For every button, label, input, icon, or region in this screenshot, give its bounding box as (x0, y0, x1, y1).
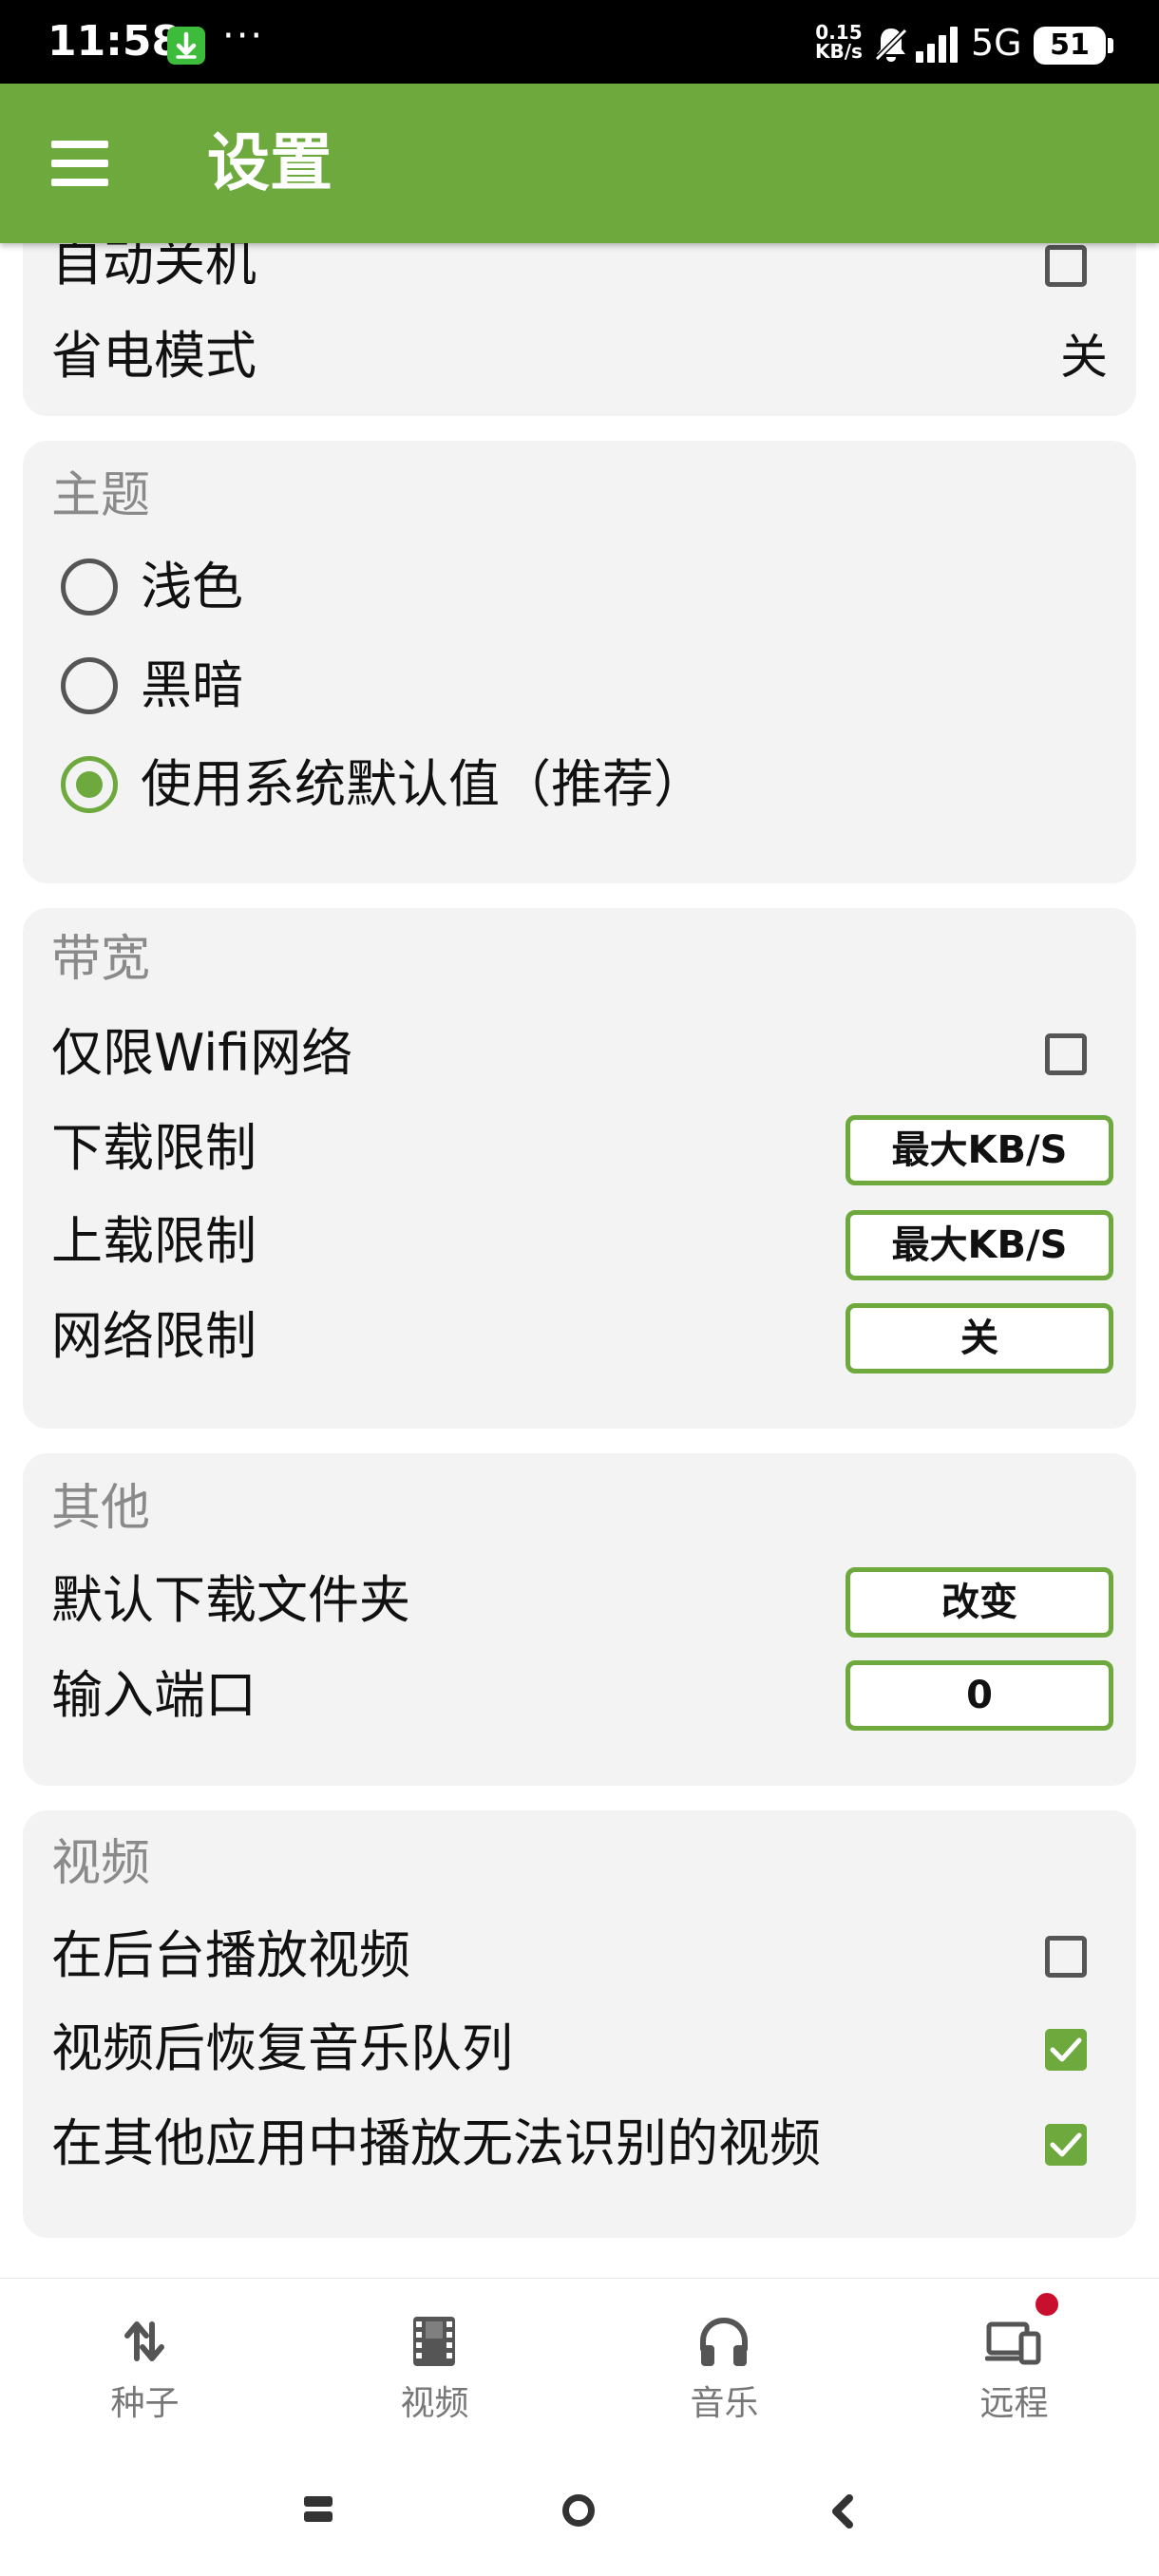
network-limit-label: 网络限制 (51, 1306, 256, 1366)
theme-section-title: 主题 (51, 467, 151, 524)
theme-radio-dark[interactable] (61, 657, 118, 714)
download-limit-label: 下载限制 (51, 1118, 256, 1178)
network-speed: 0.15 KB/s (815, 23, 863, 61)
app-bar: 设置 (0, 84, 1159, 243)
nav-music[interactable]: 音乐 (580, 2279, 869, 2450)
video-section-card: 视频 在后台播放视频 视频后恢复音乐队列 在其他应用中播放无法识别的视频 (23, 1810, 1136, 2238)
theme-option-dark-label: 黑暗 (141, 655, 243, 715)
network-speed-unit: KB/s (815, 40, 863, 63)
theme-radio-light[interactable] (61, 559, 118, 616)
nav-torrents-label: 种子 (110, 2384, 180, 2423)
power-saving-label: 省电模式 (51, 326, 256, 386)
torrent-arrows-icon (124, 2321, 164, 2361)
network-speed-value: 0.15 (815, 21, 863, 44)
download-limit-button[interactable]: 最大KB/S (846, 1115, 1113, 1185)
download-folder-label: 默认下载文件夹 (51, 1570, 410, 1630)
wifi-only-label: 仅限Wifi网络 (51, 1023, 353, 1083)
page-title: 设置 (207, 126, 332, 199)
headphones-icon (700, 2317, 748, 2366)
film-strip-icon (413, 2317, 455, 2366)
network-type: 5G (971, 22, 1022, 64)
status-bar: 11:58 ··· 0.15 KB/s 5G 51 (0, 0, 1159, 84)
nav-remote-label: 远程 (979, 2384, 1049, 2423)
resume-music-checkbox[interactable] (1045, 2029, 1087, 2071)
other-section-card: 其他 默认下载文件夹 改变 输入端口 0 (23, 1453, 1136, 1786)
signal-bars-icon (914, 23, 965, 65)
wifi-only-checkbox[interactable] (1045, 1033, 1087, 1075)
checkmark-icon (1050, 2132, 1082, 2157)
status-time: 11:58 (48, 17, 181, 66)
other-section-title: 其他 (51, 1480, 151, 1537)
battery-level: 51 (1050, 28, 1090, 62)
bottom-navigation: 种子 视频 音乐 远程 (0, 2278, 1159, 2450)
battery-icon: 51 (1034, 27, 1106, 65)
input-port-label: 输入端口 (51, 1665, 256, 1725)
play-unrecognized-label: 在其他应用中播放无法识别的视频 (51, 2113, 821, 2173)
remote-notification-badge (1036, 2293, 1058, 2316)
theme-option-light-label: 浅色 (141, 557, 243, 616)
bandwidth-section-title: 带宽 (51, 931, 151, 988)
nav-remote[interactable]: 远程 (869, 2279, 1159, 2450)
theme-option-system-label: 使用系统默认值（推荐） (141, 754, 705, 814)
settings-content[interactable]: 自动关机 省电模式 关 主题 浅色 黑暗 使用系统默认值（推荐） 带宽 仅限Wi… (0, 243, 1159, 2278)
network-limit-button[interactable]: 关 (846, 1303, 1113, 1373)
nav-music-label: 音乐 (690, 2384, 759, 2423)
more-notifications-icon: ··· (222, 14, 265, 58)
download-folder-button[interactable]: 改变 (846, 1567, 1113, 1638)
input-port-button[interactable]: 0 (846, 1660, 1113, 1731)
auto-shutdown-checkbox[interactable] (1045, 245, 1087, 287)
hamburger-menu-icon[interactable] (51, 141, 108, 186)
bandwidth-section-card: 带宽 仅限Wifi网络 下载限制 最大KB/S 上载限制 最大KB/S 网络限制… (23, 908, 1136, 1429)
theme-section-card: 主题 浅色 黑暗 使用系统默认值（推荐） (23, 441, 1136, 883)
bell-muted-icon (874, 25, 908, 63)
theme-radio-system[interactable] (61, 756, 118, 813)
background-play-label: 在后台播放视频 (51, 1925, 410, 1985)
recent-apps-icon[interactable] (304, 2496, 332, 2525)
system-navigation-bar (0, 2449, 1159, 2576)
download-notification-icon (167, 27, 205, 65)
nav-videos[interactable]: 视频 (290, 2279, 580, 2450)
checkmark-icon (1050, 2037, 1082, 2062)
nav-torrents[interactable]: 种子 (0, 2279, 290, 2450)
back-icon[interactable] (828, 2494, 857, 2529)
auto-shutdown-label: 自动关机 (51, 243, 256, 293)
upload-limit-button[interactable]: 最大KB/S (846, 1210, 1113, 1280)
remote-devices-icon (985, 2321, 1041, 2365)
nav-videos-label: 视频 (400, 2384, 469, 2423)
upload-limit-label: 上载限制 (51, 1211, 256, 1271)
background-play-checkbox[interactable] (1045, 1936, 1087, 1978)
battery-tip (1108, 38, 1113, 53)
resume-music-label: 视频后恢复音乐队列 (51, 2018, 513, 2078)
power-section-card: 自动关机 省电模式 关 (23, 243, 1136, 416)
home-icon[interactable] (562, 2494, 595, 2527)
play-unrecognized-checkbox[interactable] (1045, 2124, 1087, 2166)
video-section-title: 视频 (51, 1835, 151, 1892)
power-saving-value[interactable]: 关 (1060, 327, 1108, 388)
